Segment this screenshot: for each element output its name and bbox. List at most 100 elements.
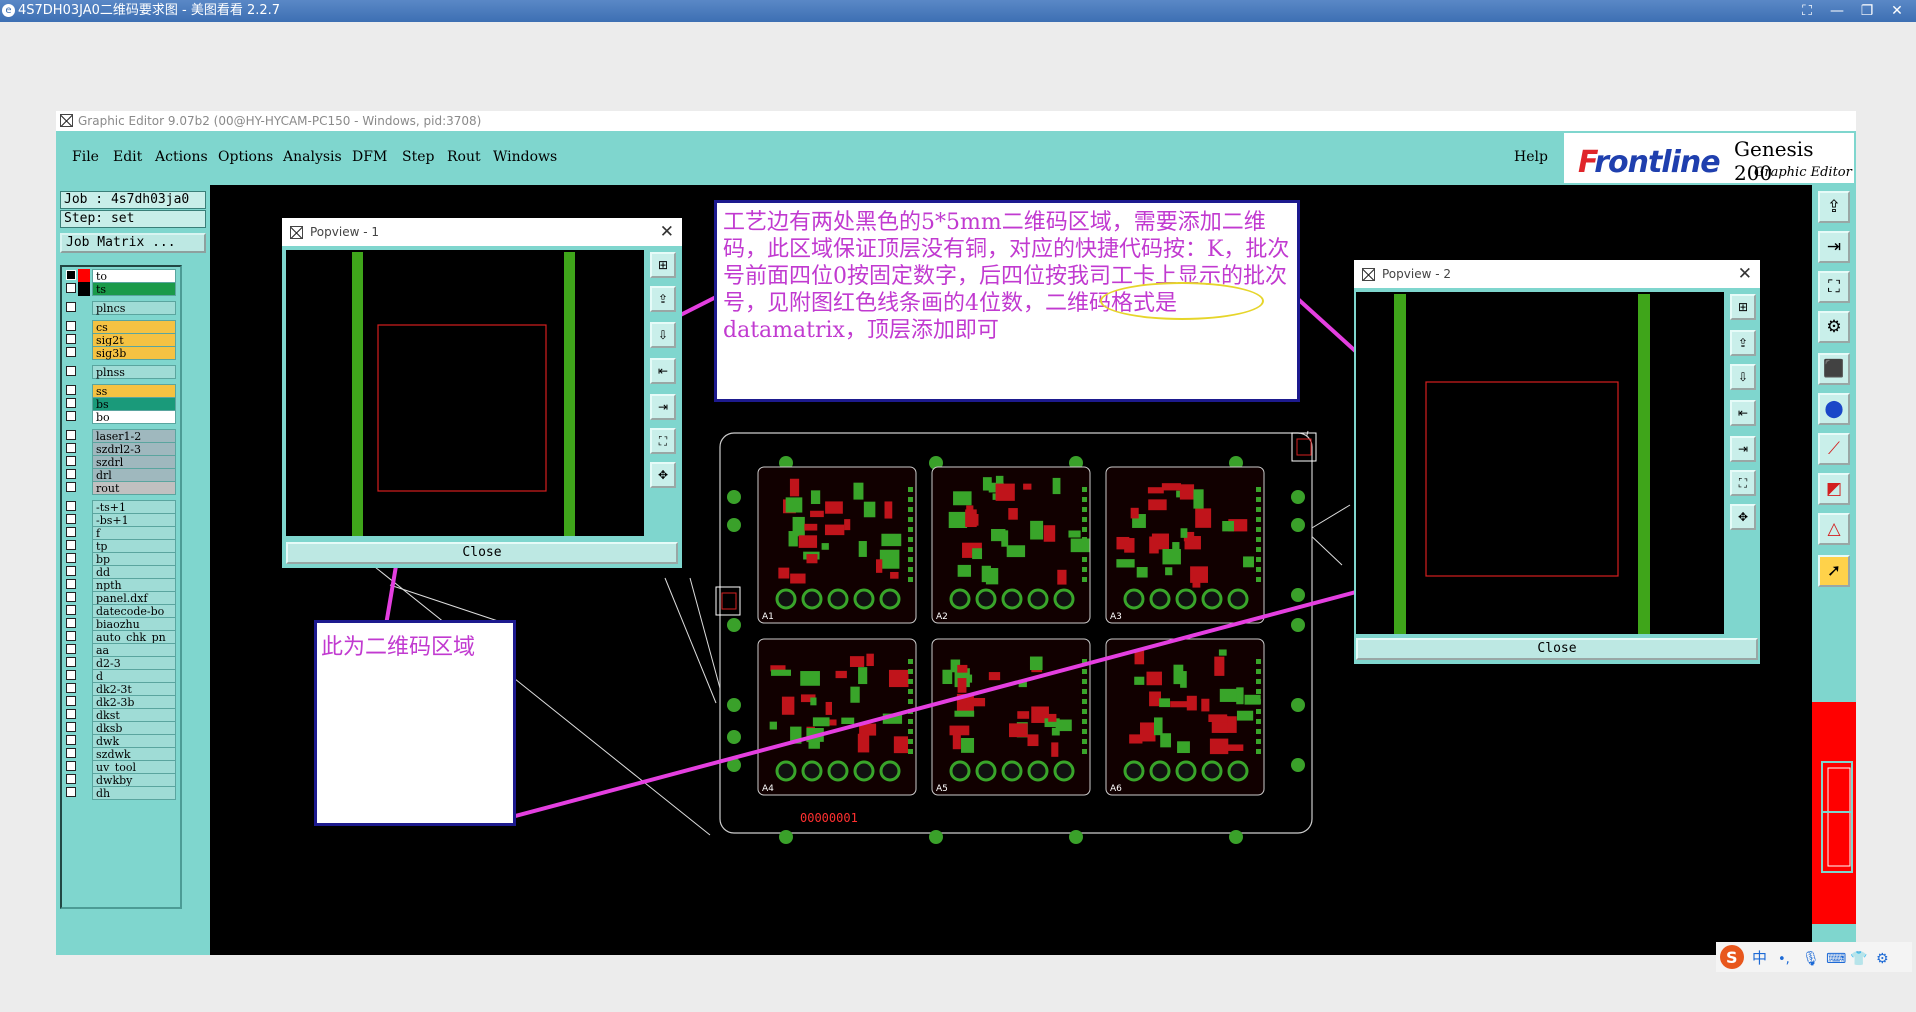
layer-name[interactable]: biaozhu	[92, 617, 176, 631]
layer-name[interactable]: d2-3	[92, 656, 176, 670]
popview-2-close-button[interactable]: Close	[1356, 638, 1758, 660]
popview-right-icon[interactable]: ⇥	[650, 394, 676, 420]
layer-name[interactable]: auto_chk_pn	[92, 630, 176, 644]
popview-down-icon[interactable]: ⇩	[650, 322, 676, 348]
layer-name[interactable]: szdwk	[92, 747, 176, 761]
layer-row-d2-3[interactable]: d2-3	[64, 656, 176, 670]
layer-display-checkbox[interactable]	[66, 334, 76, 344]
layer-row-panel-dxf[interactable]: panel.dxf	[64, 591, 176, 605]
layer-display-checkbox[interactable]	[66, 787, 76, 797]
layer-name[interactable]: tp	[92, 539, 176, 553]
layer-display-checkbox[interactable]	[66, 566, 76, 576]
layer-display-checkbox[interactable]	[66, 482, 76, 492]
fullscreen-button[interactable]: ⛶	[1795, 1, 1819, 21]
layer-work-flag[interactable]	[78, 429, 90, 443]
layer-name[interactable]: sig2t	[92, 333, 176, 347]
restore-button[interactable]: ❐	[1855, 1, 1879, 21]
menu-edit[interactable]: Edit	[113, 149, 142, 165]
layer-work-flag[interactable]	[78, 656, 90, 670]
layer-name[interactable]: ss	[92, 384, 176, 398]
layer-work-flag[interactable]	[78, 333, 90, 347]
layer-work-flag[interactable]	[78, 552, 90, 566]
pointer-icon[interactable]: ➚	[1818, 555, 1850, 587]
layer-work-flag[interactable]	[78, 747, 90, 761]
layer-work-flag[interactable]	[78, 455, 90, 469]
net-icon[interactable]: ⬤	[1818, 393, 1850, 425]
layer-row-uv-tool[interactable]: uv_tool	[64, 760, 176, 774]
popview-left-icon[interactable]: ⇤	[1730, 400, 1756, 426]
layer-row-d[interactable]: d	[64, 669, 176, 683]
layer-name[interactable]: -ts+1	[92, 500, 176, 514]
layer-row-dwk[interactable]: dwk	[64, 734, 176, 748]
layer-name[interactable]: ts	[92, 282, 176, 296]
menu-options[interactable]: Options	[218, 149, 273, 165]
import-icon[interactable]: ⇥	[1818, 231, 1850, 263]
layer-display-checkbox[interactable]	[66, 270, 76, 280]
layer-row-drl[interactable]: drl	[64, 468, 176, 482]
layer-name[interactable]: dk2-3b	[92, 695, 176, 709]
menu-step[interactable]: Step	[402, 149, 434, 165]
layer-work-flag[interactable]	[78, 695, 90, 709]
layer-work-flag[interactable]	[78, 708, 90, 722]
layer-row-dh[interactable]: dh	[64, 786, 176, 800]
menu-actions[interactable]: Actions	[155, 149, 208, 165]
popview-2-canvas[interactable]	[1356, 292, 1724, 634]
layer-display-checkbox[interactable]	[66, 709, 76, 719]
layer-display-checkbox[interactable]	[66, 748, 76, 758]
layer-row-dd[interactable]: dd	[64, 565, 176, 579]
popview-right-icon[interactable]: ⇥	[1730, 436, 1756, 462]
layer-name[interactable]: dksb	[92, 721, 176, 735]
layer-row-rout[interactable]: rout	[64, 481, 176, 495]
export-icon[interactable]: ⇪	[1818, 191, 1850, 223]
layer-display-checkbox[interactable]	[66, 761, 76, 771]
layer-display-checkbox[interactable]	[66, 670, 76, 680]
popview-zoom-icon[interactable]: ⊞	[1730, 294, 1756, 320]
ime-toolbar[interactable]: S 中 •, 🎙 ⌨ 👕 ⚙	[1716, 942, 1912, 972]
popview-2-close-x[interactable]: ✕	[1738, 260, 1752, 288]
tools-icon[interactable]: ⚙	[1818, 311, 1850, 343]
layer-row-to[interactable]: to	[64, 269, 176, 283]
layer-row-plncs[interactable]: plncs	[64, 301, 176, 315]
layer-name[interactable]: bp	[92, 552, 176, 566]
layer-row-plnss[interactable]: plnss	[64, 365, 176, 379]
layer-display-checkbox[interactable]	[66, 657, 76, 667]
layer-work-flag[interactable]	[78, 269, 90, 283]
layer-name[interactable]: dk2-3t	[92, 682, 176, 696]
layer-display-checkbox[interactable]	[66, 385, 76, 395]
popview-1-close-x[interactable]: ✕	[660, 218, 674, 246]
layer-work-flag[interactable]	[78, 643, 90, 657]
layer-name[interactable]: dkst	[92, 708, 176, 722]
layer-row-dkst[interactable]: dkst	[64, 708, 176, 722]
popview-center-icon[interactable]: ✥	[1730, 504, 1756, 530]
layer-name[interactable]: dwkby	[92, 773, 176, 787]
layer-work-flag[interactable]	[78, 760, 90, 774]
layer-work-flag[interactable]	[78, 578, 90, 592]
layer-work-flag[interactable]	[78, 481, 90, 495]
layer-display-checkbox[interactable]	[66, 456, 76, 466]
layer-display-checkbox[interactable]	[66, 283, 76, 293]
layer-display-checkbox[interactable]	[66, 469, 76, 479]
layer-name[interactable]: bo	[92, 410, 176, 424]
layer-row-szdwk[interactable]: szdwk	[64, 747, 176, 761]
fit-icon[interactable]: ⛶	[1818, 271, 1850, 303]
layer-display-checkbox[interactable]	[66, 501, 76, 511]
layer-display-checkbox[interactable]	[66, 321, 76, 331]
layer-row-f[interactable]: f	[64, 526, 176, 540]
layer-name[interactable]: -bs+1	[92, 513, 176, 527]
triangle-icon[interactable]: △	[1818, 513, 1850, 545]
layer-work-flag[interactable]	[78, 365, 90, 379]
layer-name[interactable]: to	[92, 269, 176, 283]
menu-file[interactable]: File	[72, 149, 99, 165]
layer-name[interactable]: dwk	[92, 734, 176, 748]
layer-name[interactable]: uv_tool	[92, 760, 176, 774]
popview-zoom-icon[interactable]: ⊞	[650, 252, 676, 278]
layer-display-checkbox[interactable]	[66, 411, 76, 421]
select-icon[interactable]: ⬛	[1818, 353, 1850, 385]
layer-work-flag[interactable]	[78, 397, 90, 411]
layer-work-flag[interactable]	[78, 630, 90, 644]
layer-row-sig3b[interactable]: sig3b	[64, 346, 176, 360]
layer-display-checkbox[interactable]	[66, 735, 76, 745]
layer-display-checkbox[interactable]	[66, 683, 76, 693]
layer-name[interactable]: d	[92, 669, 176, 683]
layer-name[interactable]: plnss	[92, 365, 176, 379]
